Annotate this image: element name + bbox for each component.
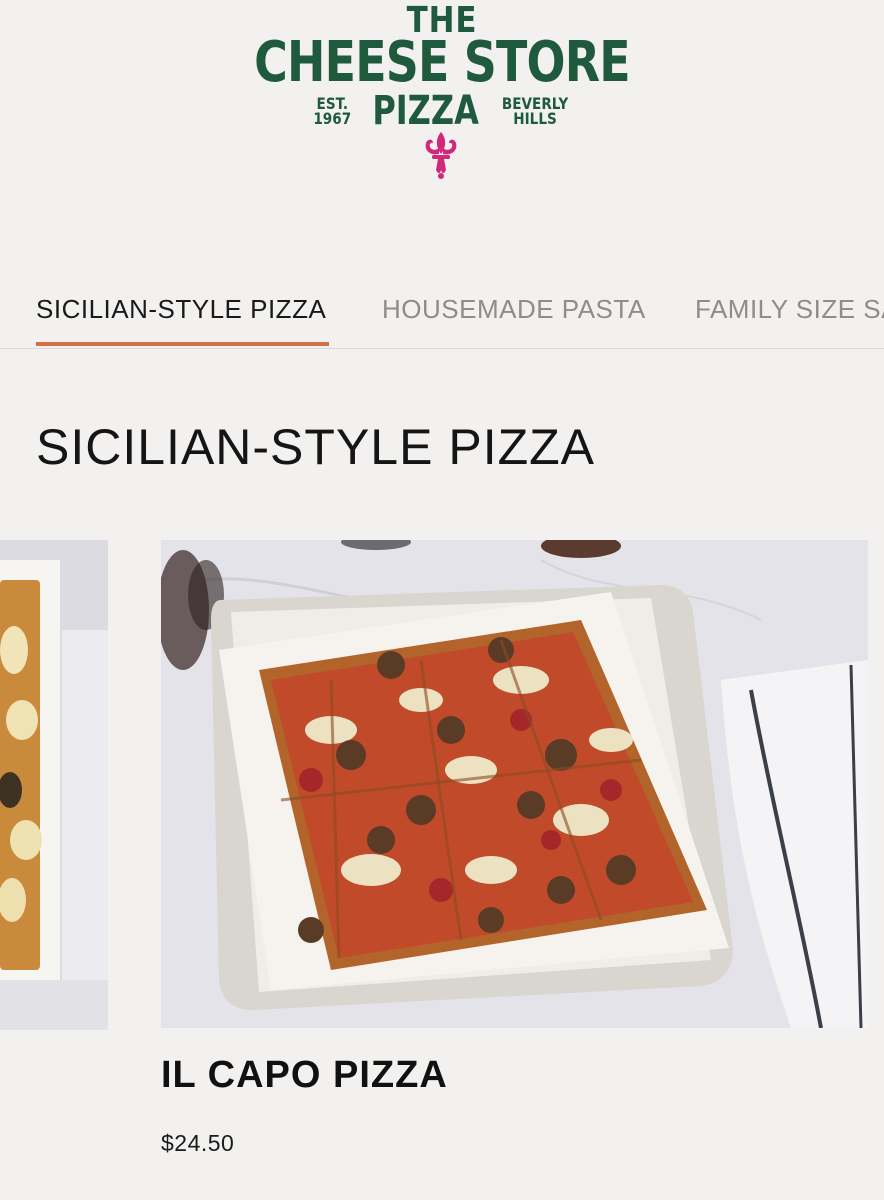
logo-location-line2: HILLS bbox=[513, 109, 557, 128]
fleur-de-lis-icon bbox=[425, 132, 457, 179]
logo-location: BEVERLY HILLS bbox=[502, 96, 568, 128]
category-tabs: SICILIAN-STYLE PIZZA HOUSEMADE PASTA FAM… bbox=[0, 288, 884, 349]
product-name[interactable]: IL CAPO PIZZA bbox=[161, 1054, 448, 1097]
logo-name: CHEESE STORE bbox=[254, 30, 630, 95]
active-tab-indicator bbox=[36, 342, 329, 346]
section-title: SICILIAN-STYLE PIZZA bbox=[36, 419, 596, 475]
pizza-photo-partial bbox=[0, 540, 108, 1030]
logo-est-line2: 1967 bbox=[313, 109, 352, 128]
tab-family-size[interactable]: FAMILY SIZE SA bbox=[695, 294, 884, 325]
logo-est: EST. 1967 bbox=[313, 96, 352, 128]
tab-sicilian-style-pizza[interactable]: SICILIAN-STYLE PIZZA bbox=[36, 294, 326, 325]
product-price: $24.50 bbox=[161, 1130, 235, 1156]
logo-pizza-row: EST. 1967 PIZZA BEVERLY HILLS bbox=[0, 88, 884, 134]
product-card-il-capo[interactable] bbox=[161, 540, 868, 1028]
pizza-photo bbox=[161, 540, 868, 1028]
brand-logo[interactable]: THE CHEESE STORE EST. 1967 PIZZA BEVERLY… bbox=[0, 0, 884, 190]
product-card-previous[interactable] bbox=[0, 540, 108, 1030]
tab-housemade-pasta[interactable]: HOUSEMADE PASTA bbox=[382, 294, 646, 325]
logo-pizza: PIZZA bbox=[371, 88, 479, 134]
